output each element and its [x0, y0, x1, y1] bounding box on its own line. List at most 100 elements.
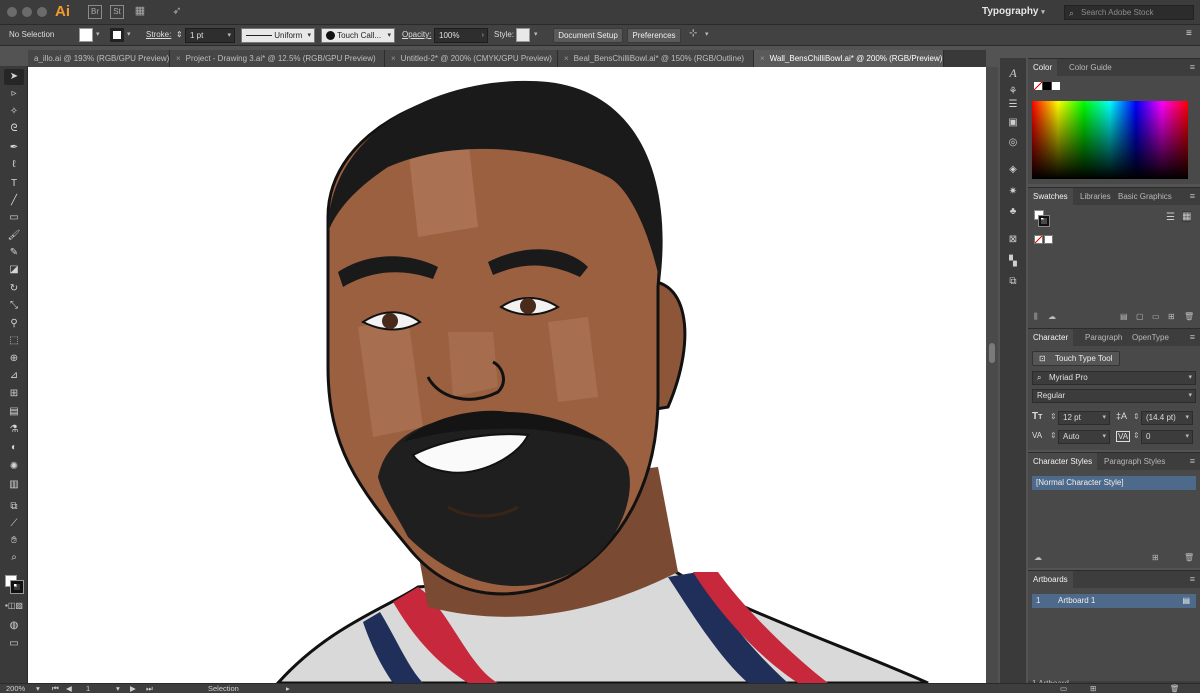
tab-swatches[interactable]: Swatches: [1028, 188, 1073, 205]
none-swatch[interactable]: [1034, 82, 1042, 90]
curvature-tool-icon[interactable]: ℓ: [4, 157, 24, 173]
panel-menu-icon[interactable]: ≡: [1190, 456, 1195, 466]
close-icon[interactable]: ×: [176, 54, 181, 63]
panel-menu-icon[interactable]: ≡: [1190, 332, 1195, 342]
gradient-tool-icon[interactable]: ▤: [4, 404, 24, 420]
chevron-down-icon[interactable]: ▾: [116, 684, 120, 693]
color-spectrum[interactable]: [1032, 101, 1188, 179]
brush-definition-dropdown[interactable]: Touch Call... ▾: [321, 28, 395, 43]
eyedropper-tool-icon[interactable]: ⚗: [4, 422, 24, 438]
arrange-icon[interactable]: ⊹: [689, 28, 697, 39]
chevron-down-icon[interactable]: ▾: [534, 30, 538, 38]
close-icon[interactable]: ×: [760, 54, 765, 63]
document-setup-button[interactable]: Document Setup: [553, 28, 623, 43]
next-artboard-icon[interactable]: ▶: [130, 684, 136, 693]
delete-style-icon[interactable]: 🗑︎: [1184, 553, 1194, 562]
list-view-icon[interactable]: ☰: [1166, 212, 1175, 223]
panel-menu-icon[interactable]: ≡: [1190, 191, 1195, 201]
variable-width-profile-dropdown[interactable]: Uniform ▾: [241, 28, 315, 43]
pen-tool-icon[interactable]: ✒: [4, 140, 24, 156]
draw-mode-icon[interactable]: ◍: [4, 618, 24, 634]
opacity-input[interactable]: 100% ›: [434, 28, 488, 43]
new-artboard-icon[interactable]: ⊞: [1090, 684, 1096, 693]
artboard-number-input[interactable]: 1: [86, 684, 90, 693]
direct-selection-tool-icon[interactable]: ▹: [4, 86, 24, 102]
appearance-icon[interactable]: ◎: [1005, 136, 1021, 150]
gpu-performance-icon[interactable]: ➶: [170, 5, 184, 19]
symbols-icon[interactable]: ♣: [1005, 205, 1021, 219]
white-swatch[interactable]: [1052, 82, 1060, 90]
tab-opentype[interactable]: OpenType: [1127, 329, 1174, 346]
stepper-icon[interactable]: ⇕: [1133, 431, 1140, 440]
stroke-swatch[interactable]: [110, 28, 124, 42]
close-icon[interactable]: ×: [391, 54, 396, 63]
properties-icon[interactable]: ⚘: [1005, 85, 1021, 99]
arrange-documents-icon[interactable]: ▦: [133, 5, 147, 19]
cloud-icon[interactable]: ☁: [1048, 312, 1056, 321]
opacity-label[interactable]: Opacity:: [402, 30, 431, 39]
artboard-tool-icon[interactable]: ⧉: [4, 499, 24, 515]
new-style-icon[interactable]: ⊞: [1152, 553, 1159, 562]
stroke-label[interactable]: Stroke:: [146, 30, 171, 39]
lasso-tool-icon[interactable]: ᘓ: [4, 121, 24, 137]
panel-menu-icon[interactable]: ≡: [1190, 62, 1195, 72]
rotate-tool-icon[interactable]: ↻: [4, 281, 24, 297]
panel-menu-icon[interactable]: ≡: [1190, 574, 1195, 584]
tab-a-illo[interactable]: a_illo.ai @ 193% (RGB/GPU Preview): [28, 50, 170, 67]
chevron-down-icon[interactable]: ▾: [127, 30, 131, 38]
font-style-select[interactable]: Regular ▾: [1032, 389, 1196, 403]
grid-view-icon[interactable]: ▦: [1182, 211, 1192, 222]
delete-swatch-icon[interactable]: 🗑︎: [1184, 312, 1194, 321]
close-window-button[interactable]: [7, 7, 17, 17]
tab-paragraph-styles[interactable]: Paragraph Styles: [1099, 453, 1170, 470]
tab-color-guide[interactable]: Color Guide: [1064, 59, 1117, 76]
arrange-panels-icon[interactable]: ▭: [1060, 684, 1067, 693]
layers-icon[interactable]: ◈: [1005, 163, 1021, 177]
close-icon[interactable]: ×: [564, 54, 569, 63]
new-swatch-icon[interactable]: ⊞: [1168, 312, 1175, 321]
tab-project-drawing-3[interactable]: × Project - Drawing 3.ai* @ 12.5% (RGB/GP…: [170, 50, 385, 67]
swatch-libraries-icon[interactable]: ⫼: [1034, 312, 1038, 322]
column-graph-tool-icon[interactable]: ▥: [4, 477, 24, 493]
align-icon[interactable]: ☰: [1005, 98, 1021, 112]
scrollbar-thumb[interactable]: [989, 343, 995, 363]
black-swatch[interactable]: [1043, 82, 1051, 90]
rectangle-tool-icon[interactable]: ▭: [4, 210, 24, 226]
fill-stroke-widget[interactable]: [3, 570, 25, 594]
stroke-weight-input[interactable]: 1 pt ▾: [185, 28, 235, 43]
paintbrush-tool-icon[interactable]: 🖌︎: [4, 228, 24, 244]
pathfinder-icon[interactable]: ⊠: [1005, 233, 1021, 247]
stepper-icon[interactable]: ⇕: [1133, 412, 1140, 421]
color-mode-icons[interactable]: ▪◫▨: [4, 598, 24, 614]
delete-artboard-icon[interactable]: 🗑︎: [1170, 684, 1180, 693]
free-transform-tool-icon[interactable]: ⬚: [4, 333, 24, 349]
artboard-row[interactable]: 1 Artboard 1 ▤: [1032, 594, 1196, 608]
artboard-canvas[interactable]: [28, 67, 986, 683]
glyphs-icon[interactable]: A: [1005, 66, 1021, 80]
slice-tool-icon[interactable]: ⟋: [4, 516, 24, 532]
preferences-button[interactable]: Preferences: [627, 28, 681, 43]
first-artboard-icon[interactable]: ⏮: [52, 684, 59, 693]
blend-tool-icon[interactable]: ◐: [4, 440, 24, 456]
symbol-sprayer-tool-icon[interactable]: ✺: [4, 459, 24, 475]
tab-wall-benschillibowl[interactable]: × Wall_BensChilliBowl.ai* @ 200% (RGB/Pre…: [754, 50, 944, 67]
stepper-icon[interactable]: ⇕: [1050, 431, 1057, 440]
swatch-none[interactable]: [1034, 235, 1043, 244]
shape-builder-tool-icon[interactable]: ⊕: [4, 351, 24, 367]
swatch-options-icon[interactable]: ▢: [1136, 312, 1144, 321]
selection-tool-icon[interactable]: ➤: [4, 69, 24, 85]
magic-wand-tool-icon[interactable]: ✧: [4, 104, 24, 120]
panel-menu-icon[interactable]: ≡: [1186, 28, 1192, 39]
transparency-icon[interactable]: ▣: [1005, 116, 1021, 130]
kerning-input[interactable]: Auto ▾: [1058, 430, 1110, 444]
tracking-input[interactable]: 0 ▾: [1141, 430, 1193, 444]
tab-artboards[interactable]: Artboards: [1028, 571, 1073, 588]
touch-type-tool-button[interactable]: ⊡ Touch Type Tool: [1032, 351, 1120, 366]
eraser-tool-icon[interactable]: ◪: [4, 262, 24, 278]
perspective-grid-tool-icon[interactable]: ⊿: [4, 368, 24, 384]
screen-mode-icon[interactable]: ▭: [4, 636, 24, 652]
font-family-select[interactable]: ⌕ Myriad Pro ▾: [1032, 371, 1196, 385]
show-kinds-icon[interactable]: ▤: [1120, 312, 1128, 321]
stroke-stepper-icon[interactable]: ⇕: [176, 30, 183, 39]
stroke-swatch-indicator[interactable]: [1038, 215, 1050, 227]
